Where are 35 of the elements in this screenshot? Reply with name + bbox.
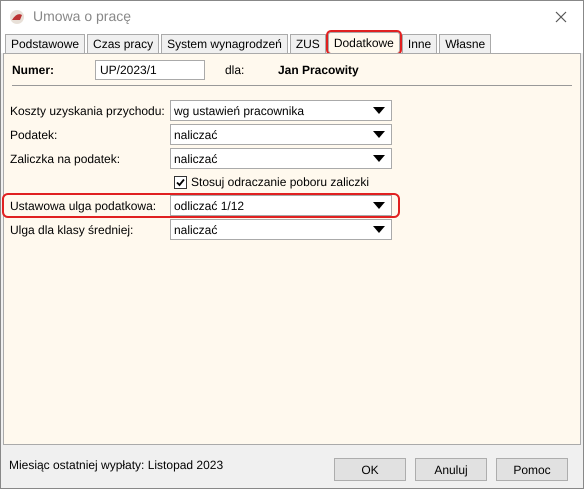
field-label: Ustawowa ulga podatkowa: bbox=[10, 198, 158, 214]
tab[interactable]: System wynagrodzeń bbox=[161, 34, 288, 53]
dropdown-caret-icon bbox=[373, 107, 385, 114]
status-text: Miesiąc ostatniej wypłaty: Listopad 2023 bbox=[9, 456, 224, 474]
dialog-button[interactable]: Anuluj bbox=[415, 458, 487, 481]
field-label: Zaliczka na podatek: bbox=[10, 150, 122, 168]
dropdown[interactable]: naliczać bbox=[170, 148, 392, 169]
employee-name: Jan Pracowity bbox=[278, 62, 359, 78]
checkbox[interactable] bbox=[174, 176, 187, 188]
dropdown[interactable]: naliczać bbox=[170, 124, 392, 145]
field-label: Numer: bbox=[12, 62, 56, 78]
tab[interactable]: Czas pracy bbox=[87, 34, 160, 53]
dialog-button[interactable]: Pomoc bbox=[496, 458, 568, 481]
field-label: Koszty uzyskania przychodu: bbox=[10, 102, 166, 120]
field-label: Podatek: bbox=[10, 126, 58, 144]
checkbox-label: Stosuj odraczanie poboru zaliczki bbox=[191, 174, 370, 191]
dropdown-caret-icon bbox=[373, 131, 385, 138]
dropdown-caret-icon bbox=[373, 155, 385, 162]
dropdown[interactable]: odliczać 1/12 bbox=[170, 195, 392, 216]
dropdown-caret-icon bbox=[373, 226, 385, 233]
dialog-button[interactable]: OK bbox=[334, 458, 406, 481]
number-field[interactable]: UP/2023/1 bbox=[95, 60, 205, 80]
dropdown[interactable]: naliczać bbox=[170, 219, 392, 240]
field-label: Ulga dla klasy średniej: bbox=[10, 222, 134, 238]
dropdown-caret-icon bbox=[373, 202, 385, 209]
tab[interactable]: Podstawowe bbox=[5, 34, 86, 53]
window-title: Umowa o pracę bbox=[33, 7, 132, 26]
tab[interactable]: Własne bbox=[439, 34, 492, 53]
field-label: dla: bbox=[225, 62, 246, 78]
app-logo-icon bbox=[9, 8, 25, 24]
close-icon[interactable] bbox=[555, 10, 567, 22]
tab[interactable]: Inne bbox=[402, 34, 438, 53]
tab[interactable]: Dodatkowe bbox=[328, 32, 400, 53]
tab[interactable]: ZUS bbox=[290, 34, 326, 53]
dropdown[interactable]: wg ustawień pracownika bbox=[170, 100, 392, 121]
